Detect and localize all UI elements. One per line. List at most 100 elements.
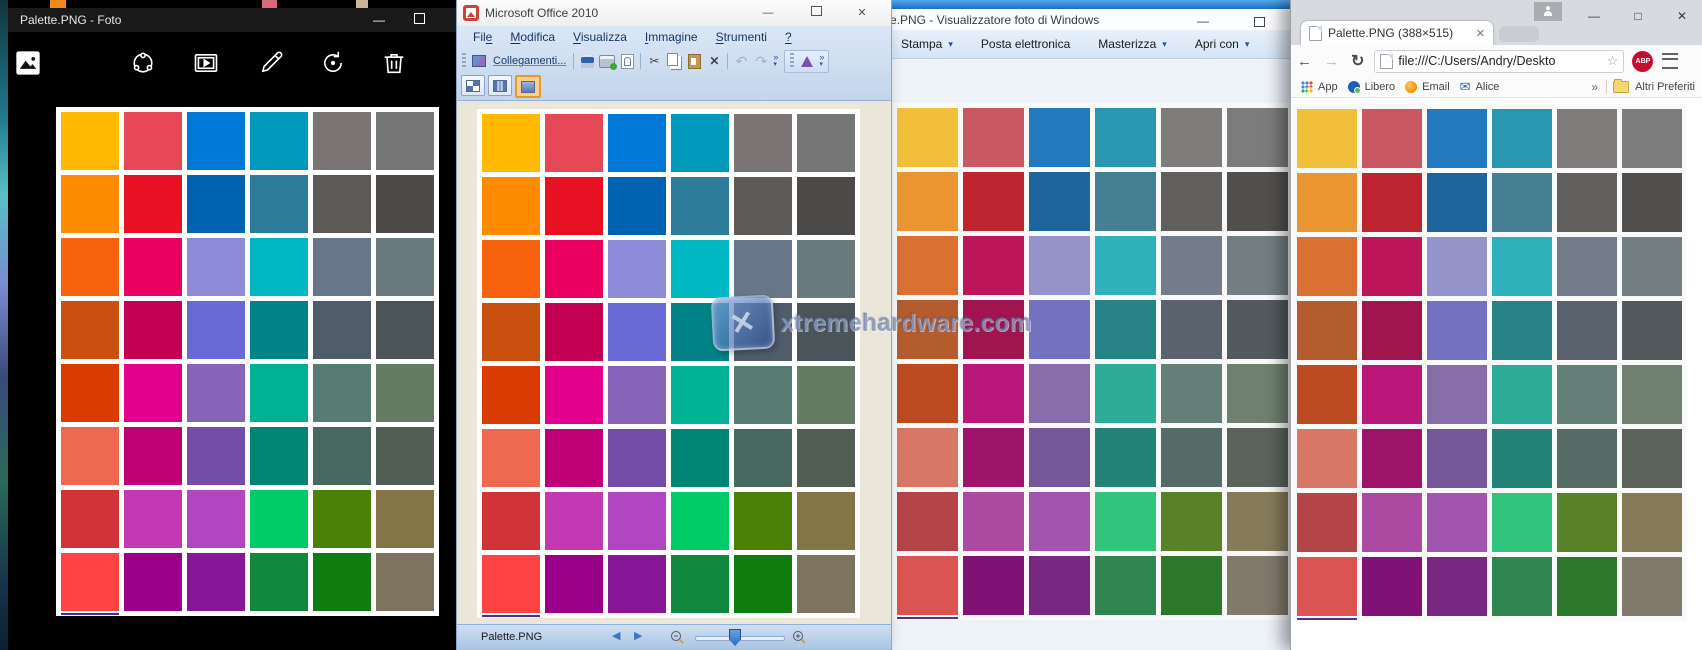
bookmark-alice[interactable]: ✉Alice [1460,81,1500,93]
link-underline [61,613,119,615]
close-button[interactable]: ✕ [849,4,875,22]
thumbnail-view-button[interactable] [461,75,485,96]
palette-swatch [1622,301,1682,360]
palette-swatch [608,177,666,235]
pv-toolbar-apri-con[interactable]: Apri con▾ [1181,34,1264,54]
tab-close-icon[interactable]: ✕ [1476,27,1485,40]
palette-swatch [797,303,855,361]
palette-swatch [482,240,540,298]
cut-icon[interactable]: ✂ [645,53,663,70]
menu-immagine[interactable]: Immagine [637,28,706,48]
palette-swatch [1492,557,1552,616]
menu-file[interactable]: File [465,28,500,48]
palette-swatch [1362,237,1422,296]
toolbar-overflow-button[interactable]: » ▾ [819,54,824,68]
minimize-button[interactable]: — [1581,6,1607,26]
new-tab-button[interactable] [1499,26,1539,42]
copy-icon[interactable] [665,53,683,70]
palette-swatch [124,175,182,233]
bookmark-email[interactable]: Email [1405,81,1450,93]
delete-icon[interactable]: ✕ [705,53,723,70]
maximize-button[interactable] [404,10,434,30]
redo-icon[interactable]: ↷ [752,53,770,70]
pv-toolbar-stampa[interactable]: Stampa▾ [887,34,967,54]
see-all-photos-icon[interactable] [14,49,42,77]
delete-trash-icon[interactable] [380,49,408,77]
next-image-button[interactable]: ▶ [634,629,642,642]
filmstrip-view-button[interactable] [488,75,512,96]
office-picture-manager-window: Microsoft Office 2010 — ✕ FileModificaVi… [456,0,892,650]
previous-image-button[interactable]: ◀ [612,629,620,642]
address-bar[interactable]: file:///C:/Users/Andry/Deskto ☆ [1374,50,1624,73]
menu-hamburger-icon[interactable] [1662,53,1678,69]
palette-swatch [124,364,182,422]
rotate-icon[interactable] [319,49,347,77]
share-icon[interactable] [129,49,157,77]
palette-swatch [734,366,792,424]
palette-swatch [61,427,119,485]
browser-tab[interactable]: Palette.PNG (388×515) ✕ [1301,21,1493,45]
mail-attachment-icon[interactable] [618,53,636,70]
menu-modifica[interactable]: Modifica [502,28,563,48]
palette-swatch [897,428,958,487]
palette-swatch [671,303,729,361]
palette-swatch [897,556,958,615]
menu-visualizza[interactable]: Visualizza [565,28,635,48]
paste-icon[interactable] [685,53,703,70]
palette-swatch [313,112,371,170]
undo-icon[interactable]: ↶ [732,53,750,70]
reload-icon[interactable]: ↻ [1351,51,1364,71]
adblock-plus-icon[interactable]: ABP [1632,51,1653,72]
office-toolbar: Collegamenti... ✂ ✕ ↶ ↷ » ▾ » ▾ [459,49,829,73]
close-button[interactable]: ✕ [1669,6,1695,26]
minimize-button[interactable]: — [364,10,394,30]
palette-swatch [1557,173,1617,232]
palette-swatch [1492,429,1552,488]
palette-swatch [376,364,434,422]
palette-swatch [608,555,666,613]
edit-pictures-icon[interactable] [798,53,816,70]
office-app-icon [463,5,479,21]
palette-swatch [376,490,434,548]
palette-swatch [734,114,792,172]
bookmark-libero[interactable]: Libero [1348,81,1396,93]
palette-swatch [897,300,958,359]
slideshow-icon[interactable] [192,49,220,77]
maximize-button[interactable]: □ [1625,6,1651,26]
link-underline [1297,618,1357,620]
bookmark-star-icon[interactable]: ☆ [1607,53,1619,69]
palette-swatch [1427,365,1487,424]
bookmark-app[interactable]: App [1301,81,1338,93]
edit-pencil-icon[interactable] [257,49,285,77]
bookmark-label: Libero [1365,81,1396,93]
shortcuts-button[interactable]: Collegamenti... [493,55,566,67]
palette-swatch [61,112,119,170]
email-icon [1405,81,1417,93]
zoom-out-icon[interactable] [669,629,685,645]
bookmarks-overflow-chevron[interactable]: » [1591,80,1598,94]
print-icon[interactable] [598,53,616,70]
palette-swatch [124,301,182,359]
zoom-slider-thumb[interactable] [729,629,741,646]
pv-toolbar-masterizza[interactable]: Masterizza▾ [1084,34,1181,54]
minimize-button[interactable]: — [755,4,781,22]
palette-swatch [187,238,245,296]
back-icon[interactable]: ← [1297,53,1312,70]
maximize-button[interactable] [803,4,829,22]
palette-swatch [1095,556,1156,615]
palette-swatch [1557,301,1617,360]
single-image-view-button[interactable] [515,75,541,98]
pv-toolbar-posta-elettronica[interactable]: Posta elettronica [967,34,1084,54]
menu-strumenti[interactable]: Strumenti [708,28,775,48]
profile-badge[interactable] [1534,2,1562,21]
palette-swatch [1622,109,1682,168]
zoom-in-icon[interactable] [791,629,807,645]
toolbar-overflow-button[interactable]: » ▾ [773,54,778,68]
save-icon[interactable] [578,53,596,70]
minimize-button[interactable]: — [1188,11,1218,31]
forward-icon[interactable]: → [1324,53,1339,70]
office-status-bar: Palette.PNG ◀ ▶ [457,624,891,650]
maximize-button[interactable] [1244,13,1274,33]
menu-[interactable]: ? [777,28,800,48]
other-bookmarks-button[interactable]: Altri Preferiti [1635,81,1695,93]
